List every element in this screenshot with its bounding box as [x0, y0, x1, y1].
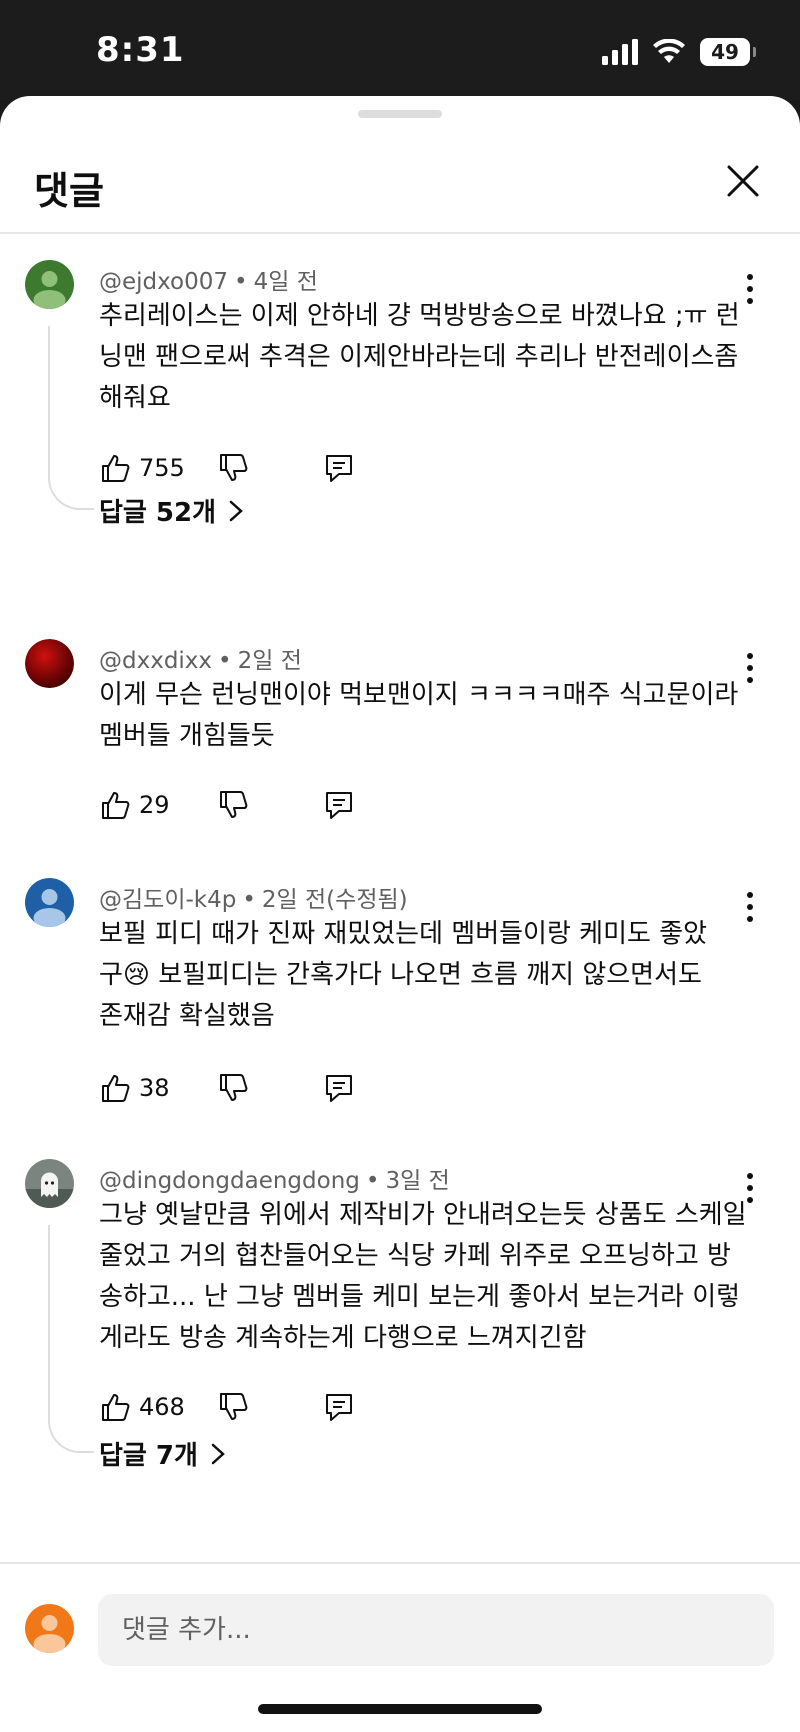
- comment-actions: 755: [99, 448, 355, 488]
- comment-text-line: 보필 피디 때가 진짜 재밌었는데 멤버들이랑 케미도 좋았: [99, 919, 708, 949]
- comment-author[interactable]: @ejdxo007: [99, 269, 228, 295]
- reply-icon[interactable]: [323, 1391, 355, 1423]
- comment-actions: 38: [99, 1068, 355, 1108]
- cellular-signal-icon: [602, 39, 638, 65]
- avatar[interactable]: [25, 1159, 74, 1208]
- avatar[interactable]: [25, 639, 74, 688]
- comment-text-line: 존재감 확실했음: [99, 1001, 275, 1031]
- default-avatar-icon: [25, 878, 74, 927]
- chevron-right-icon: [211, 1443, 225, 1464]
- add-comment-row: [0, 1562, 800, 1672]
- comment-meta: @ejdxo007 • 4일 전: [99, 269, 318, 295]
- comment-author[interactable]: @dxxdixx: [99, 648, 212, 674]
- comments-title: 댓글: [34, 169, 104, 213]
- like-count: 29: [139, 791, 170, 819]
- comment-text: 이게 무슨 런닝맨이야 먹보맨이지 ㅋㅋㅋㅋ매주 식고문이라 멤버들 개힘들듯: [99, 680, 739, 751]
- replies-label: 답글 7개: [99, 1441, 198, 1471]
- dislike-icon[interactable]: [217, 1391, 249, 1423]
- like-count: 468: [139, 1393, 185, 1421]
- like-icon[interactable]: [99, 452, 131, 484]
- comment-actions: 29: [99, 785, 355, 825]
- reply-icon[interactable]: [323, 1072, 355, 1104]
- drag-handle[interactable]: [358, 110, 442, 118]
- my-avatar: [25, 1604, 74, 1653]
- ghost-avatar-icon: [25, 1159, 74, 1208]
- comment-author[interactable]: @dingdongdaengdong: [99, 1168, 360, 1194]
- reply-icon[interactable]: [323, 789, 355, 821]
- like-count: 38: [139, 1074, 170, 1102]
- status-bar: 8:31 49: [0, 0, 800, 100]
- reply-icon[interactable]: [323, 452, 355, 484]
- view-replies-button[interactable]: 답글 52개: [99, 492, 244, 529]
- red-ball-avatar-icon: [25, 639, 74, 688]
- wifi-icon: [653, 39, 685, 63]
- default-avatar-icon: [25, 1604, 74, 1653]
- like-icon[interactable]: [99, 1391, 131, 1423]
- like-count: 755: [139, 454, 185, 482]
- comment-author[interactable]: @김도이-k4p: [99, 887, 236, 913]
- thread-line: [48, 326, 94, 510]
- header-divider: [0, 232, 800, 234]
- comment-text-line: 구😢 보필피디는 간혹가다 나오면 흐름 깨지 않으면서도: [99, 960, 702, 990]
- add-comment-box[interactable]: [98, 1594, 774, 1666]
- comment-meta: @dxxdixx • 2일 전: [99, 648, 302, 674]
- dislike-icon[interactable]: [217, 1072, 249, 1104]
- comment-text: 추리레이스는 이제 안하네 걍 먹방방송으로 바꼈나요 ;ㅠ 런닝맨 팬으로써 …: [99, 301, 740, 413]
- crying-face-emoji: 😢: [122, 960, 151, 990]
- comment-age: 2일 전(수정됨): [261, 887, 408, 913]
- comment-age: 3일 전: [385, 1168, 450, 1194]
- comment-meta: @김도이-k4p • 2일 전(수정됨): [99, 887, 408, 913]
- replies-label: 답글 52개: [99, 498, 216, 528]
- comment-text: 그냥 옛날만큼 위에서 제작비가 안내려오는듯 상품도 스케일 줄었고 거의 협…: [99, 1200, 747, 1353]
- status-time: 8:31: [96, 30, 185, 70]
- comment-actions: 468: [99, 1387, 355, 1427]
- view-replies-button[interactable]: 답글 7개: [99, 1435, 226, 1472]
- add-comment-input[interactable]: [98, 1594, 762, 1666]
- dislike-icon[interactable]: [217, 789, 249, 821]
- battery-level: 49: [711, 40, 739, 64]
- comment-text: 보필 피디 때가 진짜 재밌었는데 멤버들이랑 케미도 좋았 구😢 보필피디는 …: [99, 914, 749, 1037]
- comment-age: 2일 전: [237, 648, 302, 674]
- like-icon[interactable]: [99, 1072, 131, 1104]
- avatar[interactable]: [25, 878, 74, 927]
- avatar[interactable]: [25, 260, 74, 309]
- default-avatar-icon: [25, 260, 74, 309]
- dislike-icon[interactable]: [217, 452, 249, 484]
- comment-age: 4일 전: [253, 269, 318, 295]
- comment-meta: @dingdongdaengdong • 3일 전: [99, 1168, 450, 1194]
- status-icons: 49: [602, 38, 756, 66]
- thread-line: [48, 1225, 94, 1453]
- home-indicator: [258, 1704, 542, 1714]
- chevron-right-icon: [229, 500, 243, 521]
- battery-icon: 49: [700, 38, 756, 66]
- comments-sheet: 댓글 @ejdxo007 • 4일 전 추리레이스는 이제 안하네 걍 먹방방송으로…: [0, 96, 800, 1732]
- like-icon[interactable]: [99, 789, 131, 821]
- close-icon[interactable]: [718, 156, 768, 206]
